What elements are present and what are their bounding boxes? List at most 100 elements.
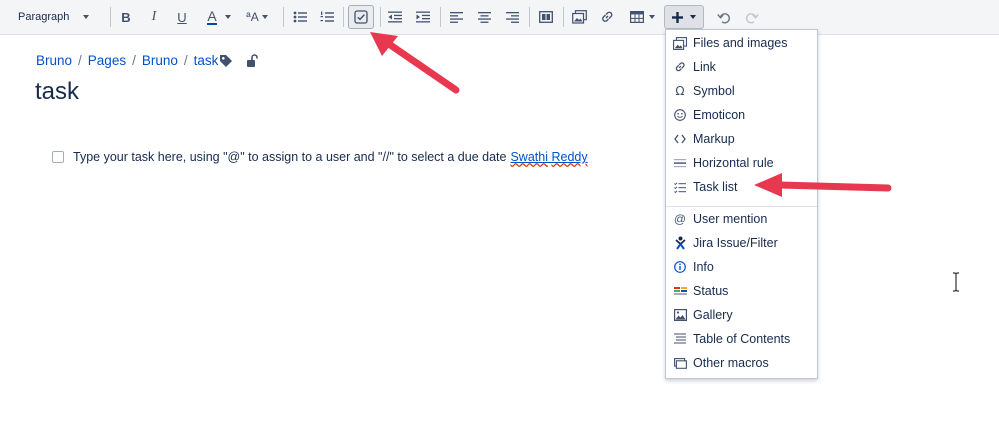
indent-icon	[416, 11, 430, 23]
menu-item-markup[interactable]: Markup	[666, 128, 817, 150]
menu-item-label: Gallery	[693, 308, 733, 322]
indent-button[interactable]	[415, 6, 431, 28]
bold-button[interactable]: B	[118, 6, 134, 28]
toolbar-divider	[380, 7, 381, 27]
menu-item-user-mention[interactable]: @ User mention	[666, 208, 817, 230]
chevron-down-icon	[224, 15, 231, 19]
outdent-icon	[388, 11, 402, 23]
italic-icon: I	[151, 9, 157, 24]
chevron-down-icon	[83, 15, 90, 19]
paragraph-style-label: Paragraph	[18, 11, 70, 23]
toolbar-divider	[440, 7, 441, 27]
mention-last-name: Reddy	[551, 150, 588, 164]
menu-item-status[interactable]: Status	[666, 280, 817, 302]
breadcrumb-item[interactable]: Bruno	[36, 53, 72, 68]
restrictions-button[interactable]	[246, 54, 259, 73]
insert-image-button[interactable]	[571, 6, 587, 28]
toolbar-divider	[110, 7, 111, 27]
menu-item-label: Info	[693, 260, 714, 274]
code-icon	[673, 132, 687, 146]
align-right-button[interactable]	[504, 6, 520, 28]
menu-item-label: Other macros	[693, 356, 769, 370]
page-title[interactable]: task	[35, 78, 79, 106]
task-checkbox-icon	[354, 10, 368, 24]
toolbar-divider	[563, 7, 564, 27]
menu-item-label: Files and images	[693, 36, 788, 50]
breadcrumb-item[interactable]: Pages	[88, 53, 126, 68]
menu-item-files-and-images[interactable]: Files and images	[666, 32, 817, 54]
align-right-icon	[505, 11, 519, 23]
menu-item-jira-issue-filter[interactable]: Jira Issue/Filter	[666, 232, 817, 254]
smiley-icon	[673, 108, 687, 122]
toolbar-divider	[343, 7, 344, 27]
editor-toolbar: Paragraph B I U A ªA	[0, 0, 999, 35]
chevron-down-icon	[690, 15, 696, 19]
annotation-arrow-toolbar	[370, 32, 460, 94]
text-size-icon: ªA	[246, 10, 259, 24]
menu-item-label: Jira Issue/Filter	[693, 236, 778, 250]
menu-item-label: Status	[693, 284, 729, 298]
redo-button[interactable]	[744, 6, 760, 28]
text-color-icon: A	[207, 7, 217, 25]
text-color-dropdown[interactable]: A	[202, 6, 236, 28]
jira-icon	[673, 236, 687, 250]
task-checkbox[interactable]	[52, 151, 64, 163]
annotation-arrow-menu	[754, 173, 892, 197]
chevron-down-icon	[648, 15, 655, 19]
link-icon	[673, 60, 687, 74]
bullet-list-button[interactable]	[292, 6, 308, 28]
menu-item-link[interactable]: Link	[666, 56, 817, 78]
status-icon	[673, 284, 687, 298]
menu-item-label: Task list	[693, 180, 738, 194]
text-size-dropdown[interactable]: ªA	[243, 6, 271, 28]
toc-icon	[673, 332, 687, 346]
menu-item-table-of-contents[interactable]: Table of Contents	[666, 328, 817, 350]
insert-more-dropdown[interactable]	[664, 5, 704, 29]
insert-table-dropdown[interactable]	[627, 6, 657, 28]
at-icon: @	[673, 212, 687, 226]
gallery-icon	[673, 308, 687, 322]
insert-link-button[interactable]	[599, 6, 615, 28]
undo-button[interactable]	[716, 6, 732, 28]
menu-item-other-macros[interactable]: Other macros	[666, 352, 817, 374]
task-item: Type your task here, using "@" to assign…	[52, 150, 588, 164]
menu-item-label: Table of Contents	[693, 332, 791, 346]
bold-icon: B	[121, 9, 131, 25]
underline-icon: U	[177, 9, 187, 25]
undo-icon	[717, 12, 730, 23]
table-icon	[629, 11, 644, 23]
menu-item-symbol[interactable]: Ω Symbol	[666, 80, 817, 102]
user-mention[interactable]: Swathi Reddy	[510, 150, 587, 164]
breadcrumb: Bruno / Pages / Bruno / task	[36, 53, 218, 68]
task-placeholder-text[interactable]: Type your task here, using "@" to assign…	[73, 150, 506, 164]
paragraph-style-dropdown[interactable]: Paragraph	[12, 6, 106, 28]
redo-icon	[746, 12, 759, 23]
image-icon	[673, 36, 687, 50]
menu-item-label: Emoticon	[693, 108, 746, 122]
breadcrumb-item[interactable]: task	[194, 53, 219, 68]
unlock-icon	[247, 54, 258, 67]
menu-item-label: Symbol	[693, 84, 735, 98]
align-left-button[interactable]	[448, 6, 464, 28]
breadcrumb-item[interactable]: Bruno	[142, 53, 178, 68]
bullet-list-icon	[293, 11, 307, 23]
outdent-button[interactable]	[387, 6, 403, 28]
plus-icon	[672, 11, 683, 23]
horizontal-rule-icon	[673, 156, 687, 170]
numbered-list-icon	[320, 11, 334, 22]
align-left-icon	[449, 11, 463, 23]
task-list-icon	[673, 180, 687, 194]
numbered-list-button[interactable]	[319, 6, 335, 28]
page-layout-button[interactable]	[538, 6, 554, 28]
labels-button[interactable]	[219, 54, 233, 73]
mention-first-name: Swathi	[510, 150, 548, 164]
underline-button[interactable]: U	[174, 6, 190, 28]
breadcrumb-separator: /	[78, 53, 82, 68]
menu-item-gallery[interactable]: Gallery	[666, 304, 817, 326]
menu-item-info[interactable]: Info	[666, 256, 817, 278]
italic-button[interactable]: I	[146, 6, 162, 28]
align-center-button[interactable]	[476, 6, 492, 28]
menu-item-emoticon[interactable]: Emoticon	[666, 104, 817, 126]
breadcrumb-separator: /	[183, 53, 188, 68]
info-icon	[673, 260, 687, 274]
